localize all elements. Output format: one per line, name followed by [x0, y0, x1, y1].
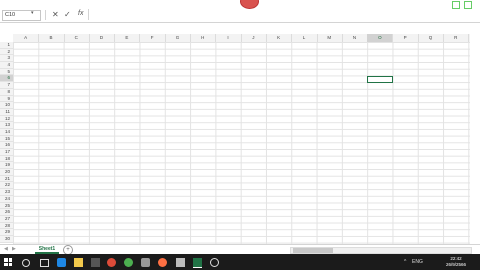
row-header[interactable]: 3 — [0, 55, 13, 63]
row-header[interactable]: 29 — [0, 229, 13, 236]
row-header[interactable]: 18 — [0, 156, 13, 163]
row-header[interactable]: 28 — [0, 223, 13, 230]
row-header[interactable]: 1 — [0, 42, 13, 49]
row-header[interactable]: 2 — [0, 49, 13, 56]
cancel-icon[interactable]: ✕ — [52, 10, 59, 20]
photos-icon[interactable] — [176, 258, 185, 267]
column-header[interactable]: Q — [418, 34, 445, 42]
column-header[interactable]: P — [393, 34, 419, 42]
task-view-icon[interactable] — [40, 259, 49, 267]
scrollbar-thumb[interactable] — [293, 248, 333, 253]
formula-bar: C10 ▾ ✕ ✓ fx — [0, 8, 480, 23]
row-header[interactable]: 7 — [0, 82, 13, 89]
row-header[interactable]: 8 — [0, 89, 13, 96]
row-header[interactable]: 30 — [0, 236, 13, 243]
edge-icon[interactable] — [57, 258, 66, 267]
row-header[interactable]: 22 — [0, 182, 13, 190]
taskbar-clock[interactable]: 22:42 26/9/2566 — [446, 256, 466, 267]
prev-sheet-icon[interactable]: ◀ — [4, 246, 8, 252]
row-header[interactable]: 19 — [0, 162, 13, 170]
column-header[interactable]: H — [190, 34, 217, 42]
name-box[interactable]: C10 — [2, 10, 41, 21]
row-header[interactable]: 23 — [0, 189, 13, 196]
row-header[interactable]: 27 — [0, 216, 13, 223]
row-header[interactable]: 20 — [0, 169, 13, 176]
column-header[interactable]: A — [13, 34, 40, 42]
firefox-icon[interactable] — [158, 258, 167, 267]
row-header[interactable]: 5 — [0, 69, 13, 76]
column-header[interactable]: E — [114, 34, 141, 42]
row-header[interactable]: 26 — [0, 209, 13, 216]
title-bar — [0, 0, 480, 9]
row-header[interactable]: 4 — [0, 62, 13, 69]
sheet-tab[interactable]: Sheet1 — [35, 245, 59, 254]
row-header[interactable]: 11 — [0, 109, 13, 116]
row-header[interactable]: 24 — [0, 196, 13, 203]
horizontal-scrollbar[interactable] — [290, 247, 472, 254]
cell-area[interactable] — [13, 42, 470, 244]
formula-input[interactable] — [88, 9, 474, 20]
insert-function-icon[interactable]: fx — [78, 10, 83, 17]
folder-icon[interactable] — [74, 258, 83, 267]
column-header[interactable]: I — [215, 34, 242, 42]
tray-arrow-icon[interactable]: ^ — [404, 259, 406, 265]
worksheet-grid: ABCDEFGHIJKLMNOPQR 1 2 3 4 5 6 7 8 9 10 11 12 13 14 15… — [0, 34, 470, 244]
row-header[interactable]: 21 — [0, 176, 13, 183]
taskbar: ^ ENG 22:42 26/9/2566 — [0, 254, 480, 270]
row-headers: 1 2 3 4 5 6 7 8 9 10 11 12 13 14 15 16 17 18 19 20 21 22 23 24 2… — [0, 42, 14, 243]
column-header[interactable]: G — [165, 34, 192, 42]
column-header[interactable]: O — [367, 34, 394, 42]
divider — [45, 10, 46, 20]
column-header[interactable]: J — [241, 34, 267, 42]
row-header[interactable]: 9 — [0, 96, 13, 103]
column-header[interactable]: M — [317, 34, 343, 42]
row-header[interactable]: 14 — [0, 129, 13, 136]
row-header[interactable]: 25 — [0, 203, 13, 210]
store-icon[interactable] — [91, 258, 100, 267]
column-header[interactable]: B — [38, 34, 65, 42]
column-header[interactable]: L — [291, 34, 318, 42]
column-header[interactable]: D — [89, 34, 116, 42]
row-header[interactable]: 12 — [0, 116, 13, 123]
excel-icon[interactable] — [193, 258, 202, 268]
column-header[interactable]: N — [342, 34, 369, 42]
app-icon[interactable] — [141, 258, 150, 267]
clock-date: 26/9/2566 — [445, 261, 466, 267]
clock-app-icon[interactable] — [210, 258, 219, 267]
row-header[interactable]: 13 — [0, 122, 13, 129]
search-icon[interactable] — [22, 259, 30, 267]
row-header[interactable]: 15 — [0, 136, 13, 143]
row-header[interactable]: 10 — [0, 102, 13, 109]
language-indicator[interactable]: ENG — [412, 259, 423, 265]
column-header[interactable]: K — [266, 34, 293, 42]
enter-icon[interactable]: ✓ — [64, 10, 71, 20]
opera-icon[interactable] — [107, 258, 116, 267]
column-header[interactable]: R — [443, 34, 470, 42]
chevron-down-icon[interactable]: ▾ — [31, 10, 34, 16]
chrome-icon[interactable] — [124, 258, 133, 267]
selected-cell[interactable] — [367, 75, 394, 84]
row-header[interactable]: 17 — [0, 149, 13, 156]
next-sheet-icon[interactable]: ▶ — [12, 246, 16, 252]
windows-start-icon[interactable] — [4, 258, 13, 267]
row-header[interactable]: 16 — [0, 142, 13, 149]
row-header[interactable]: 6 — [0, 75, 13, 83]
column-header[interactable]: C — [64, 34, 90, 42]
column-header[interactable]: F — [140, 34, 166, 42]
